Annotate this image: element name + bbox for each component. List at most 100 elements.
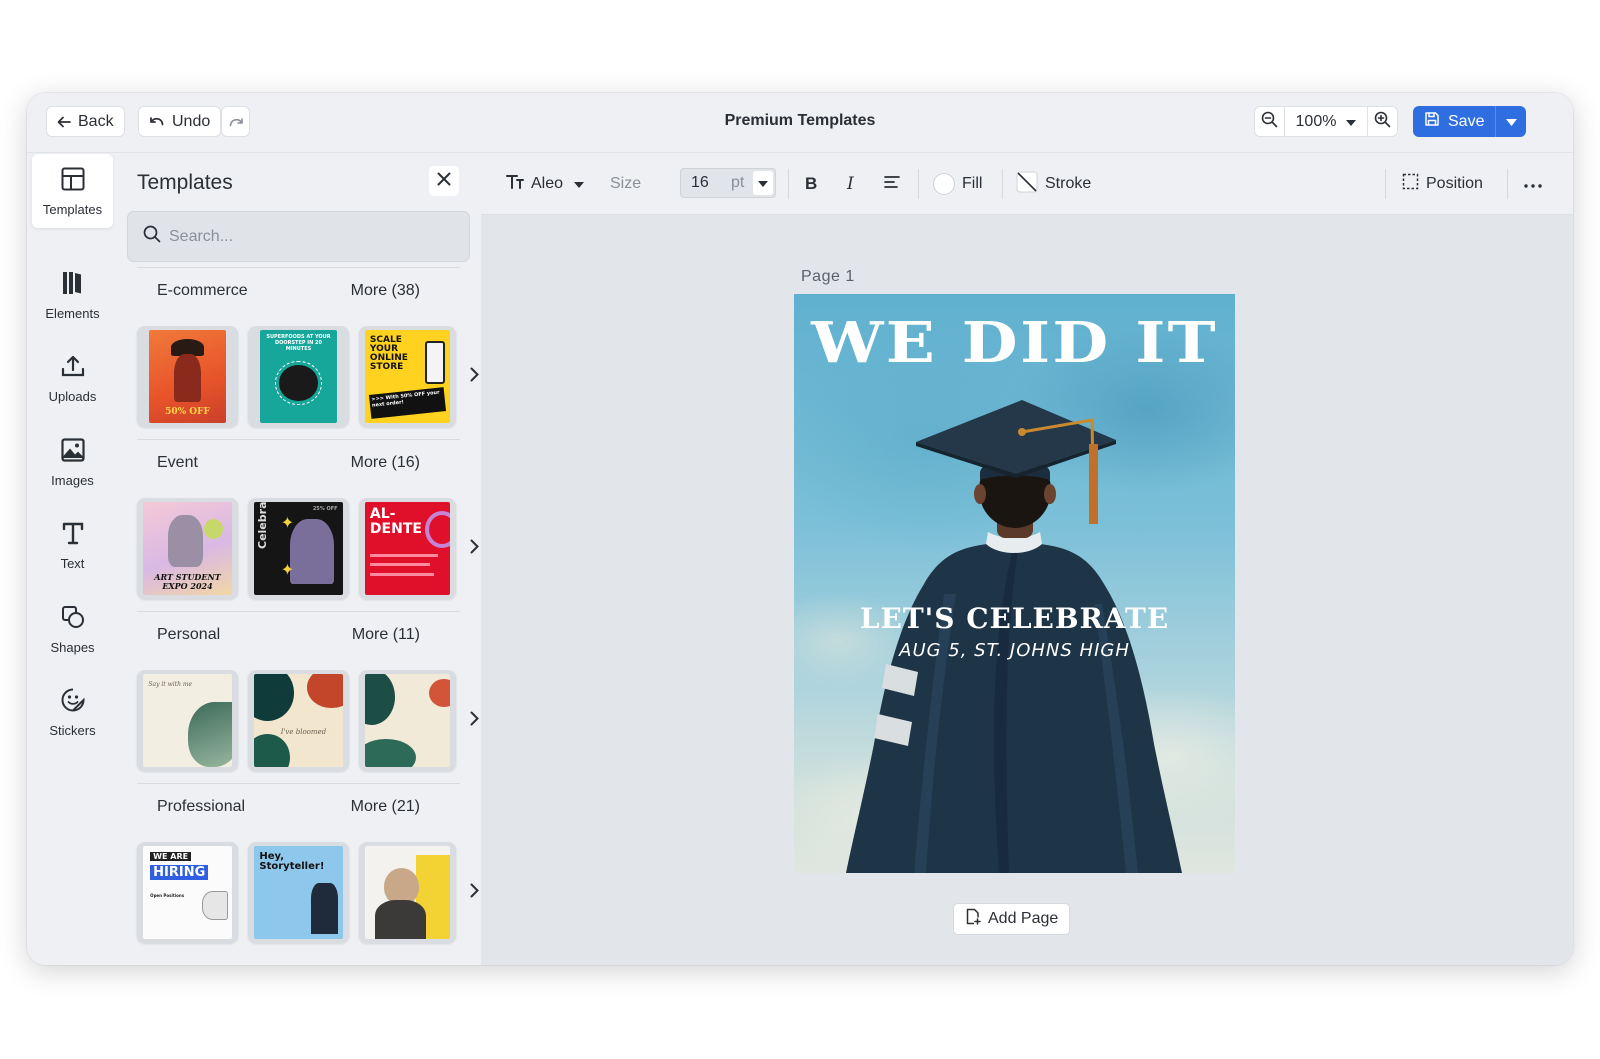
position-button[interactable]: Position	[1402, 153, 1483, 215]
zoom-level-select[interactable]: 100%	[1284, 107, 1368, 136]
stroke-label: Stroke	[1045, 175, 1092, 192]
rail-item-shapes[interactable]: Shapes	[32, 592, 113, 666]
zoom-in-button[interactable]	[1368, 107, 1397, 136]
thumb-art: SUPERFOODS AT YOUR DOORSTEP IN 20 MINUTE…	[260, 330, 337, 423]
panel-title: Templates	[137, 171, 233, 194]
more-options-button[interactable]	[1524, 153, 1542, 215]
toolbar-separator	[788, 169, 789, 199]
rail-item-elements[interactable]: Elements	[32, 258, 113, 332]
layout-icon	[60, 166, 86, 195]
template-thumb[interactable]: SCALE YOUR ONLINE STORE >>> With 50% OFF…	[359, 326, 456, 427]
template-thumb[interactable]: 50% OFF	[137, 326, 238, 427]
rail-item-stickers[interactable]: Stickers	[32, 675, 113, 749]
search-input[interactable]	[169, 227, 454, 246]
template-thumb[interactable]: Say it with me	[137, 670, 238, 771]
template-thumb[interactable]	[359, 670, 456, 771]
chevron-right-icon	[470, 539, 479, 559]
font-family-select[interactable]: Aleo	[506, 153, 585, 215]
template-thumb[interactable]: I've bloomed	[248, 670, 349, 771]
rail-item-images[interactable]: Images	[32, 425, 113, 499]
arrow-left-icon	[57, 115, 71, 129]
redo-button[interactable]	[221, 106, 250, 137]
bold-button[interactable]: B	[805, 153, 817, 215]
template-thumb[interactable]: SUPERFOODS AT YOUR DOORSTEP IN 20 MINUTE…	[248, 326, 349, 427]
close-icon	[437, 172, 451, 191]
rail-item-text[interactable]: Text	[32, 508, 113, 582]
more-professional-link[interactable]: More (21)	[351, 798, 420, 816]
scroll-right-button[interactable]	[467, 711, 481, 731]
save-button[interactable]: Save	[1413, 106, 1495, 137]
search-box	[127, 211, 470, 262]
scroll-right-button[interactable]	[467, 367, 481, 387]
stroke-button[interactable]: Stroke	[1016, 153, 1091, 215]
template-thumb[interactable]	[359, 842, 456, 943]
poster-headline[interactable]: WE DID IT	[794, 310, 1235, 376]
redo-icon	[228, 116, 244, 128]
zoom-in-icon	[1374, 111, 1391, 133]
thumb-text: SCALE YOUR ONLINE STORE	[369, 334, 408, 372]
section-title: Event	[157, 454, 198, 471]
design-page[interactable]: WE DID IT LET'S CELEBRATE AUG 5, ST. JOH…	[794, 294, 1235, 873]
rail-label: Elements	[45, 305, 100, 321]
template-thumb[interactable]: Hey, Storyteller!	[248, 842, 349, 943]
more-personal-link[interactable]: More (11)	[352, 626, 420, 644]
section-title: Professional	[157, 798, 246, 815]
search-icon	[143, 225, 161, 248]
more-horizontal-icon	[1524, 175, 1542, 193]
zoom-out-button[interactable]	[1255, 107, 1284, 136]
image-icon	[60, 437, 86, 466]
poster-detail-text[interactable]: AUG 5, ST. JOHNS HIGH	[794, 640, 1235, 661]
italic-button[interactable]: I	[847, 153, 854, 215]
thumb-art	[364, 846, 451, 939]
chevron-right-icon	[470, 883, 479, 903]
chevron-right-icon	[470, 711, 479, 731]
rail-label: Stickers	[49, 722, 96, 738]
thumb-text: ART STUDENT EXPO 2024	[154, 572, 221, 592]
thumb-text: 25% OFF	[312, 505, 338, 512]
thumb-art: ART STUDENT EXPO 2024	[143, 502, 232, 595]
back-button[interactable]: Back	[46, 106, 125, 137]
thumb-text: Open Positions	[150, 892, 185, 898]
thumb-art	[364, 674, 451, 767]
back-label: Back	[78, 112, 114, 130]
more-event-link[interactable]: More (16)	[351, 454, 420, 472]
font-icon	[506, 174, 524, 195]
elements-icon	[60, 270, 86, 299]
close-panel-button[interactable]	[429, 166, 459, 196]
template-thumb[interactable]: Celebrate 25 YEARS 25% OFF ✦ ✦	[248, 498, 349, 599]
scroll-right-button[interactable]	[467, 883, 481, 903]
thumb-art: I've bloomed	[254, 674, 343, 767]
thumb-text: >>> With 50% OFF your next order!	[368, 387, 447, 420]
left-rail: Templates Elements Uploads Images Text S…	[27, 153, 119, 965]
thumb-art: Hey, Storyteller!	[254, 846, 343, 939]
scroll-right-button[interactable]	[467, 539, 481, 559]
undo-button[interactable]: Undo	[138, 106, 222, 137]
rail-item-uploads[interactable]: Uploads	[32, 341, 113, 415]
align-button[interactable]	[884, 153, 900, 215]
save-options-button[interactable]	[1495, 106, 1526, 137]
more-ecommerce-link[interactable]: More (38)	[351, 282, 420, 300]
font-size-input[interactable]: 16 pt	[680, 168, 776, 198]
font-size-unit: pt	[731, 174, 745, 191]
thumb-text: Celebrate 25 YEARS	[256, 502, 269, 548]
section-header-ecommerce: E-commerce More (38)	[137, 281, 440, 301]
zoom-control: 100%	[1254, 106, 1398, 137]
thumb-text: 50% OFF	[165, 407, 210, 418]
template-thumb[interactable]: ART STUDENT EXPO 2024	[137, 498, 238, 599]
toolbar-separator	[1002, 169, 1003, 199]
thumb-art: 50% OFF	[149, 330, 226, 423]
add-page-button[interactable]: Add Page	[953, 903, 1071, 935]
thumb-art: WE ARE HIRING Open Positions	[143, 846, 232, 939]
fill-button[interactable]: Fill	[933, 153, 982, 215]
template-thumb[interactable]: AL- DENTE	[359, 498, 456, 599]
graduate-illustration	[846, 400, 1182, 873]
thumb-text: HIRING	[150, 864, 209, 880]
rail-item-templates[interactable]: Templates	[32, 154, 113, 228]
template-thumb[interactable]: WE ARE HIRING Open Positions	[137, 842, 238, 943]
rail-label: Templates	[42, 201, 103, 217]
poster-subheadline[interactable]: LET'S CELEBRATE	[794, 602, 1235, 635]
rail-label: Shapes	[50, 639, 95, 655]
caret-down-icon	[1346, 113, 1357, 131]
font-size-dropdown[interactable]	[753, 171, 773, 195]
caret-down-icon	[574, 175, 585, 193]
